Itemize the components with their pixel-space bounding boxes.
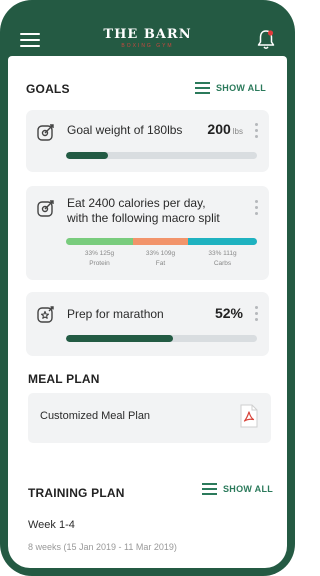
goal-label: Goal weight of 180lbs bbox=[67, 123, 183, 137]
goal-target-icon bbox=[37, 200, 54, 217]
goal-target-icon bbox=[37, 124, 54, 141]
macro-label-carbs: 33% 111g Carbs bbox=[188, 249, 257, 269]
brand-subtitle: BOXING GYM bbox=[121, 43, 174, 49]
macro-label-protein: 33% 125g Protein bbox=[66, 249, 133, 269]
brand-logo: THE BARN BOXING GYM bbox=[0, 27, 295, 50]
meal-plan-title: MEAL PLAN bbox=[28, 372, 100, 386]
meal-plan-label: Customized Meal Plan bbox=[40, 410, 151, 422]
show-all-label: SHOW ALL bbox=[216, 82, 267, 93]
goal-card-calories[interactable]: Eat 2400 calories per day, with the foll… bbox=[26, 186, 269, 280]
macro-percent: 33% 125g bbox=[84, 250, 115, 257]
pdf-file-icon[interactable] bbox=[240, 404, 258, 428]
macro-name: Carbs bbox=[213, 260, 232, 267]
more-options-icon[interactable] bbox=[254, 123, 258, 139]
brand-name: THE BARN bbox=[103, 27, 192, 42]
goal-label-line-1: Eat 2400 calories per day, bbox=[67, 196, 206, 210]
goal-star-icon bbox=[37, 306, 54, 323]
macro-split-bar bbox=[66, 238, 257, 245]
goal-label-line-2: with the following macro split bbox=[67, 211, 220, 225]
goal-value: 200 lbs bbox=[207, 121, 243, 137]
training-plan-title: TRAINING PLAN bbox=[28, 486, 125, 500]
goals-title: GOALS bbox=[26, 82, 70, 96]
more-options-icon[interactable] bbox=[254, 306, 258, 322]
list-icon bbox=[195, 82, 210, 94]
macro-segment-carbs bbox=[188, 238, 257, 245]
macro-segment-protein bbox=[66, 238, 133, 245]
goal-progress-bar bbox=[66, 335, 257, 342]
goal-label: Eat 2400 calories per day, with the foll… bbox=[67, 196, 220, 226]
goal-label: Prep for marathon bbox=[67, 307, 164, 321]
app-header: THE BARN BOXING GYM bbox=[0, 0, 295, 58]
macro-label-fat: 33% 109g Fat bbox=[133, 249, 188, 269]
macro-name: Protein bbox=[89, 260, 110, 267]
main-content: GOALS SHOW ALL Goal weight of 180lbs 200… bbox=[8, 56, 287, 568]
macro-name: Fat bbox=[155, 260, 166, 267]
goal-unit: lbs bbox=[232, 127, 243, 136]
goals-show-all-button[interactable]: SHOW ALL bbox=[195, 82, 267, 94]
goal-value: 52% bbox=[214, 305, 243, 321]
goal-progress-bar bbox=[66, 152, 257, 159]
macro-percent: 33% 109g bbox=[145, 250, 176, 257]
phone-frame: THE BARN BOXING GYM GOALS SHOW ALL Goal … bbox=[0, 0, 295, 576]
more-options-icon[interactable] bbox=[254, 200, 258, 216]
list-icon bbox=[202, 483, 217, 495]
show-all-label: SHOW ALL bbox=[223, 483, 274, 494]
meal-plan-card[interactable]: Customized Meal Plan bbox=[28, 393, 271, 443]
progress-fill bbox=[66, 335, 173, 342]
training-details: 8 weeks (15 Jan 2019 - 11 Mar 2019) bbox=[28, 542, 177, 552]
notification-dot bbox=[267, 30, 274, 36]
goal-card-marathon[interactable]: Prep for marathon 52% bbox=[26, 292, 269, 356]
progress-fill bbox=[66, 152, 108, 159]
macro-segment-fat bbox=[133, 238, 188, 245]
training-week: Week 1-4 bbox=[28, 519, 75, 531]
notification-bell-icon[interactable] bbox=[256, 29, 276, 51]
macro-percent: 33% 111g bbox=[208, 250, 237, 257]
training-show-all-button[interactable]: SHOW ALL bbox=[202, 483, 274, 495]
goal-card-weight[interactable]: Goal weight of 180lbs 200 lbs bbox=[26, 110, 269, 172]
